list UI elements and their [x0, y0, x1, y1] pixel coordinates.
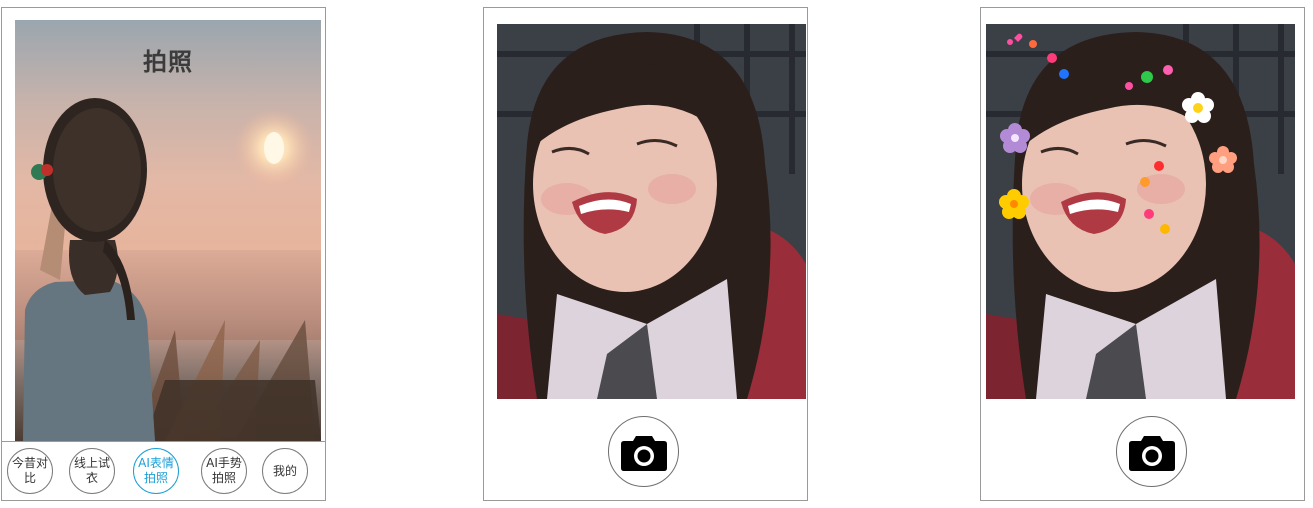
page-title: 拍照 — [143, 48, 193, 76]
smiling-girl-photo-with-stickers — [986, 24, 1295, 399]
smiling-girl-photo — [497, 24, 806, 399]
smiling-girl-illustration — [497, 24, 806, 399]
sunset-background-photo: 拍照 — [15, 20, 321, 441]
camera-screen-stickers — [980, 7, 1305, 501]
bottom-nav: 今昔对比 线上试衣 AI表情拍照 AI手势拍照 我的 — [2, 441, 325, 500]
shutter-button[interactable] — [608, 416, 679, 487]
nav-button-then-and-now[interactable]: 今昔对比 — [7, 448, 53, 494]
sunset-scene-illustration — [15, 98, 321, 441]
home-screen: 拍照 今昔对比 线上试衣 AI表情拍照 AI手势拍照 我的 — [1, 7, 326, 501]
smiling-girl-sticker-illustration — [986, 24, 1295, 399]
nav-button-ai-gesture-photo[interactable]: AI手势拍照 — [201, 448, 247, 494]
camera-screen-plain — [483, 7, 808, 501]
shutter-button[interactable] — [1116, 416, 1187, 487]
camera-icon — [1128, 435, 1175, 471]
nav-button-online-try-on[interactable]: 线上试衣 — [69, 448, 115, 494]
camera-icon — [620, 435, 667, 471]
nav-button-ai-expression-photo[interactable]: AI表情拍照 — [133, 448, 179, 494]
nav-button-mine[interactable]: 我的 — [262, 448, 308, 494]
